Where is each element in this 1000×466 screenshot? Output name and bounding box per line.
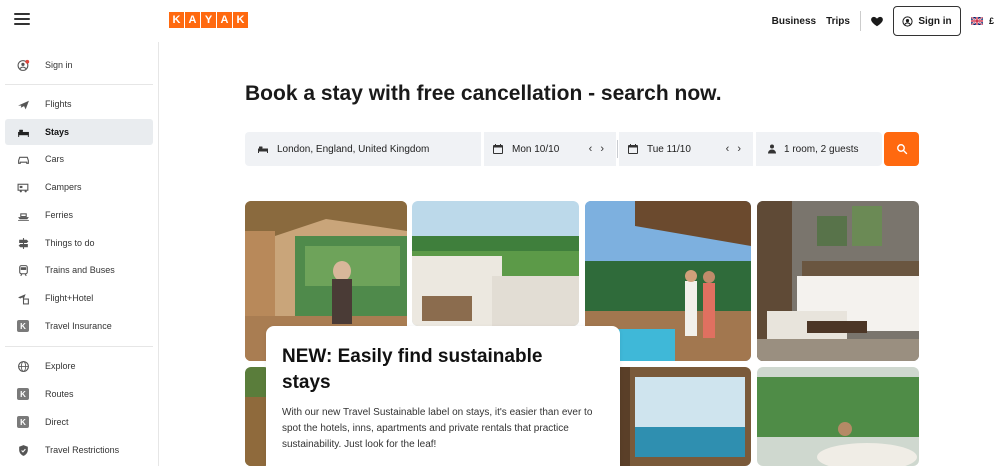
- sidebar-item-label: Stays: [45, 127, 70, 137]
- destination-value: London, England, United Kingdom: [277, 143, 430, 155]
- ferry-icon: [17, 212, 29, 221]
- sidebar-item-label: Flight+Hotel: [45, 293, 94, 303]
- k-badge-icon: K: [17, 388, 29, 400]
- sidebar-item-ferries[interactable]: Ferries: [5, 202, 153, 228]
- k-badge-icon: K: [17, 320, 29, 332]
- car-icon: [17, 156, 29, 164]
- promo-body: With our new Travel Sustainable label on…: [282, 407, 593, 450]
- checkin-prev-button[interactable]: ‹: [589, 143, 593, 155]
- sidebar-item-things-to-do[interactable]: Things to do: [5, 230, 153, 256]
- sidebar-item-travel-restrictions[interactable]: Travel Restrictions: [5, 437, 153, 463]
- shield-icon: [18, 444, 28, 456]
- sidebar-item-travel-insurance[interactable]: K Travel Insurance: [5, 313, 153, 339]
- sidebar-item-label: Trains and Buses: [45, 265, 115, 275]
- hotel-photo-jungle-bath: [757, 367, 919, 466]
- checkin-date-field[interactable]: Mon 10/10 ‹ ›: [484, 132, 616, 166]
- header-nav: Business Trips Sign in £: [772, 0, 1000, 42]
- globe-icon: [17, 360, 29, 372]
- guests-field[interactable]: 1 room, 2 guests: [756, 132, 882, 166]
- user-circle-icon: [902, 15, 913, 27]
- nav-divider: [859, 11, 861, 31]
- guests-value: 1 room, 2 guests: [784, 143, 859, 155]
- sidebar-item-stays[interactable]: Stays: [5, 119, 153, 145]
- sidebar-item-direct[interactable]: K Direct: [5, 409, 153, 435]
- plane-icon: [17, 100, 29, 109]
- hamburger-menu-icon[interactable]: [14, 13, 30, 27]
- person-icon: [768, 144, 776, 154]
- calendar-icon: [493, 144, 503, 154]
- search-button[interactable]: [884, 132, 919, 166]
- logo-letter: A: [185, 12, 200, 28]
- destination-input[interactable]: London, England, United Kingdom: [245, 132, 481, 166]
- logo-letter: K: [233, 12, 248, 28]
- uk-flag-icon[interactable]: [970, 17, 983, 25]
- sidebar-item-label: Sign in: [45, 60, 73, 70]
- bed-icon: [17, 129, 29, 137]
- sidebar-item-campers[interactable]: Campers: [5, 174, 153, 200]
- sidebar-item-sign-in[interactable]: Sign in: [5, 52, 153, 78]
- hotel-photo-terrace: [412, 201, 579, 326]
- calendar-icon: [628, 144, 638, 154]
- hotel-photo-bedroom: [757, 201, 919, 361]
- logo-letter: A: [217, 12, 232, 28]
- promo-title: NEW: Easily find sustainable stays: [282, 346, 543, 393]
- sidebar-item-label: Direct: [45, 417, 69, 427]
- sidebar-item-flight-hotel[interactable]: Flight+Hotel: [5, 285, 153, 311]
- checkout-prev-button[interactable]: ‹: [726, 143, 730, 155]
- search-icon: [896, 144, 907, 155]
- sidebar-item-label: Travel Restrictions: [45, 445, 120, 455]
- sidebar: Sign in Flights Stays Cars Campers Ferri…: [0, 42, 159, 466]
- top-header: K A Y A K Business Trips Sign in £: [0, 0, 1000, 42]
- sidebar-item-routes[interactable]: K Routes: [5, 381, 153, 407]
- sidebar-item-label: Things to do: [45, 238, 95, 248]
- heart-icon[interactable]: [870, 14, 884, 28]
- logo-letter: Y: [201, 12, 216, 28]
- sign-in-button[interactable]: Sign in: [892, 6, 961, 36]
- sidebar-item-flights[interactable]: Flights: [5, 91, 153, 117]
- train-icon: [18, 264, 28, 276]
- sidebar-divider: [5, 346, 153, 347]
- checkout-next-button[interactable]: ›: [737, 143, 741, 155]
- logo-letter: K: [169, 12, 184, 28]
- trips-link[interactable]: Trips: [826, 16, 850, 27]
- sidebar-item-cars[interactable]: Cars: [5, 146, 153, 172]
- checkout-date-field[interactable]: Tue 11/10 ‹ ›: [619, 132, 753, 166]
- currency-selector[interactable]: £: [989, 16, 994, 26]
- sidebar-item-label: Campers: [45, 182, 82, 192]
- sidebar-item-label: Ferries: [45, 210, 74, 220]
- user-icon: [17, 59, 29, 71]
- sustainable-stays-promo-card[interactable]: NEW: Easily find sustainable stays With …: [266, 326, 620, 466]
- checkout-value: Tue 11/10: [647, 143, 691, 155]
- camper-icon: [17, 183, 28, 192]
- k-badge-icon: K: [17, 416, 29, 428]
- page-title: Book a stay with free cancellation - sea…: [245, 82, 722, 105]
- flight-hotel-icon: [17, 293, 29, 304]
- sidebar-item-label: Explore: [45, 361, 76, 371]
- date-divider: [617, 140, 618, 158]
- kayak-logo[interactable]: K A Y A K: [169, 12, 248, 28]
- checkin-next-button[interactable]: ›: [600, 143, 604, 155]
- sidebar-divider: [5, 84, 153, 85]
- sidebar-item-label: Travel Insurance: [45, 321, 112, 331]
- sidebar-item-trains-and-buses[interactable]: Trains and Buses: [5, 257, 153, 283]
- sidebar-item-label: Cars: [45, 154, 65, 164]
- bed-icon: [258, 146, 268, 153]
- sidebar-item-explore[interactable]: Explore: [5, 353, 153, 379]
- signpost-icon: [18, 237, 28, 249]
- sign-in-label: Sign in: [918, 15, 952, 27]
- sidebar-item-label: Flights: [45, 99, 72, 109]
- business-link[interactable]: Business: [772, 16, 816, 27]
- sidebar-item-label: Routes: [45, 389, 74, 399]
- checkin-value: Mon 10/10: [512, 143, 560, 155]
